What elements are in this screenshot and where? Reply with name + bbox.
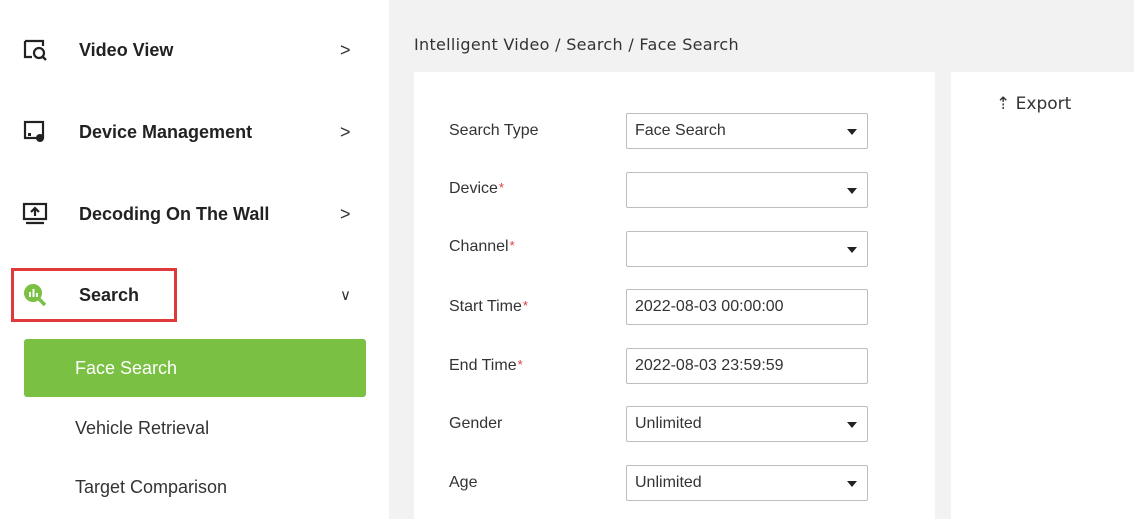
- search-type-label: Search Type: [449, 122, 539, 140]
- device-label-text: Device: [449, 180, 498, 197]
- chevron-right-icon: >: [340, 121, 351, 142]
- device-management-icon: [23, 120, 45, 142]
- required-mark: *: [522, 298, 528, 313]
- export-label: Export: [1015, 94, 1072, 114]
- start-time-label: Start Time*: [449, 298, 528, 316]
- gender-value: Unlimited: [635, 415, 702, 432]
- search-highlight-box: [11, 268, 177, 322]
- end-time-input[interactable]: 2022-08-03 23:59:59: [626, 348, 868, 384]
- export-icon: ⇡: [996, 94, 1011, 114]
- device-label: Device*: [449, 180, 504, 198]
- device-select[interactable]: [626, 172, 868, 208]
- sidebar-subitem-vehicle-retrieval[interactable]: Vehicle Retrieval: [24, 399, 366, 457]
- chevron-right-icon: >: [340, 39, 351, 60]
- search-type-value: Face Search: [635, 122, 726, 139]
- sidebar: Video View > Device Management > Decodin…: [0, 0, 389, 519]
- dropdown-caret-icon: [847, 129, 857, 135]
- channel-select[interactable]: [626, 231, 868, 267]
- gender-label: Gender: [449, 415, 502, 433]
- chevron-down-icon: ∨: [340, 287, 351, 304]
- decoding-wall-icon: [22, 202, 48, 225]
- sidebar-item-label: Decoding On The Wall: [79, 203, 270, 224]
- video-view-icon: [23, 39, 47, 61]
- chevron-right-icon: >: [340, 203, 351, 224]
- required-mark: *: [517, 357, 523, 372]
- sidebar-subitem-target-comparison[interactable]: Target Comparison: [24, 458, 366, 516]
- breadcrumb: Intelligent Video / Search / Face Search: [414, 35, 739, 54]
- export-button[interactable]: ⇡ Export: [996, 94, 1071, 114]
- start-time-label-text: Start Time: [449, 298, 522, 315]
- gender-select[interactable]: Unlimited: [626, 406, 868, 442]
- dropdown-caret-icon: [847, 247, 857, 253]
- sidebar-item-decoding-on-the-wall[interactable]: Decoding On The Wall >: [0, 184, 389, 244]
- start-time-value: 2022-08-03 00:00:00: [635, 298, 784, 315]
- age-select[interactable]: Unlimited: [626, 465, 868, 501]
- dropdown-caret-icon: [847, 188, 857, 194]
- gender-label-text: Gender: [449, 415, 503, 432]
- dropdown-caret-icon: [847, 481, 857, 487]
- dropdown-caret-icon: [847, 422, 857, 428]
- channel-label-text: Channel: [449, 238, 509, 255]
- start-time-input[interactable]: 2022-08-03 00:00:00: [626, 289, 868, 325]
- age-label-text: Age: [449, 474, 478, 491]
- channel-label: Channel*: [449, 238, 515, 256]
- sidebar-subitem-label: Vehicle Retrieval: [75, 417, 210, 438]
- required-mark: *: [498, 180, 504, 195]
- required-mark: *: [509, 238, 515, 253]
- sidebar-item-device-management[interactable]: Device Management >: [0, 102, 389, 162]
- search-type-select[interactable]: Face Search: [626, 113, 868, 149]
- sidebar-subitem-face-search[interactable]: Face Search: [24, 339, 366, 397]
- sidebar-item-video-view[interactable]: Video View >: [0, 20, 389, 80]
- sidebar-subitem-label: Target Comparison: [75, 476, 228, 497]
- sidebar-item-label: Device Management: [79, 121, 253, 142]
- end-time-label: End Time*: [449, 357, 523, 375]
- results-panel: [951, 72, 1134, 519]
- sidebar-item-label: Video View: [79, 39, 174, 60]
- end-time-label-text: End Time: [449, 357, 517, 374]
- end-time-value: 2022-08-03 23:59:59: [635, 357, 784, 374]
- age-value: Unlimited: [635, 474, 702, 491]
- age-label: Age: [449, 474, 477, 492]
- sidebar-subitem-label: Face Search: [75, 357, 178, 378]
- search-type-label-text: Search Type: [449, 122, 539, 139]
